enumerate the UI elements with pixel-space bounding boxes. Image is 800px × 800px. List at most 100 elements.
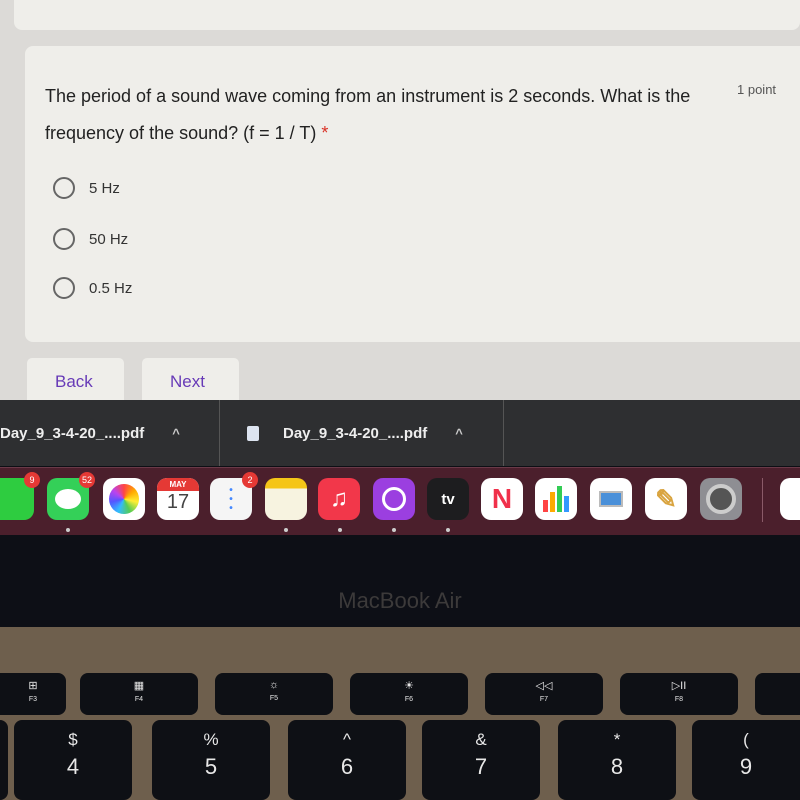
key-6[interactable]: ^ 6 (288, 720, 406, 800)
calendar-day: 17 (166, 491, 190, 513)
music-note-icon: ♫ (330, 485, 348, 512)
chevron-up-icon[interactable]: ^ (172, 426, 180, 441)
badge: 2 (242, 472, 258, 488)
key-f7[interactable]: ◁◁ F7 (485, 673, 603, 715)
shift-char: ( (743, 730, 749, 749)
shift-char: & (475, 730, 487, 749)
dock-app-partial[interactable] (780, 478, 800, 520)
dock-app-podcasts[interactable] (373, 478, 415, 520)
next-button[interactable]: Next (142, 358, 239, 400)
shift-char: % (203, 730, 219, 749)
dock-app-tv[interactable]: tv (427, 478, 469, 520)
gear-icon (706, 484, 736, 514)
key-number: 5 (204, 754, 218, 779)
apple-tv-icon: tv (441, 490, 455, 508)
brand-label: MacBook Air (338, 588, 462, 613)
download-filename: Day_9_3-4-20_....pdf (0, 424, 145, 442)
download-item[interactable]: Day_9_3-4-20_....pdf ^ (221, 400, 504, 466)
key-label: F3 (28, 696, 38, 703)
running-indicator (284, 528, 288, 532)
dock-app-photos[interactable] (103, 478, 145, 520)
download-filename: Day_9_3-4-20_....pdf (283, 424, 428, 442)
key-label: F8 (674, 696, 684, 703)
option-label: 0.5 Hz (89, 279, 133, 297)
question-card: The period of a sound wave coming from a… (25, 46, 800, 342)
keyboard-brightness-down-icon: ☼ (268, 679, 280, 691)
presentation-icon (599, 491, 623, 507)
key-label: F7 (539, 696, 549, 703)
key-f8[interactable]: ▷II F8 (620, 673, 738, 715)
key-5[interactable]: % 5 (152, 720, 270, 800)
dock-app-news[interactable]: N (481, 478, 523, 520)
dock-app-pages[interactable]: ✎ (645, 478, 687, 520)
dock-app-reminders[interactable]: • • • 2 (210, 472, 258, 520)
dock-app-messages[interactable]: 52 (47, 472, 95, 520)
points-label: 1 point (737, 82, 777, 97)
key-label: F4 (134, 696, 144, 703)
news-icon: N (491, 483, 513, 514)
dock-app-music[interactable]: ♫ (318, 478, 360, 520)
question-text: The period of a sound wave coming from a… (45, 78, 725, 152)
radio-button[interactable] (53, 177, 75, 199)
option-0-5hz[interactable]: 0.5 Hz (53, 275, 132, 301)
dock-app-system-preferences[interactable] (700, 478, 742, 520)
dock-app-notes[interactable] (265, 478, 307, 520)
key-f5[interactable]: ☼ F5 (215, 673, 333, 715)
running-indicator (338, 528, 342, 532)
key-3[interactable] (0, 720, 8, 800)
key-number: 9 (739, 754, 753, 779)
dock-app-facetime[interactable]: 9 (0, 472, 40, 520)
key-number: 6 (340, 754, 354, 779)
speech-bubble-icon (55, 489, 81, 509)
radio-button[interactable] (53, 277, 75, 299)
question-label: The period of a sound wave coming from a… (45, 86, 691, 143)
shift-char: * (613, 730, 621, 749)
play-pause-icon: ▷II (671, 680, 687, 692)
dock: 9 52 MAY 17 • • • 2 ♫ tv N ✎ (0, 467, 800, 535)
dock-app-calendar[interactable]: MAY 17 (157, 478, 199, 520)
dock-app-numbers[interactable] (535, 478, 577, 520)
running-indicator (446, 528, 450, 532)
key-9[interactable]: (9 (692, 720, 800, 800)
key-f4[interactable]: ▦ F4 (80, 673, 198, 715)
back-button[interactable]: Back (27, 358, 124, 400)
option-label: 50 Hz (89, 230, 129, 248)
radio-button[interactable] (53, 228, 75, 250)
podcast-icon (382, 487, 406, 511)
mission-control-icon: ⊞ (28, 680, 38, 692)
rewind-icon: ◁◁ (535, 680, 553, 692)
previous-question-card (14, 0, 800, 30)
key-label: F6 (404, 696, 414, 703)
key-number: 4 (66, 754, 80, 779)
keyboard-brightness-up-icon: ☀ (404, 680, 414, 692)
list-icon: • • • (229, 484, 233, 514)
dock-separator (762, 478, 763, 522)
option-5hz[interactable]: 5 Hz (53, 175, 120, 201)
shift-char: ^ (343, 730, 351, 749)
badge: 9 (24, 472, 40, 488)
option-50hz[interactable]: 50 Hz (53, 226, 128, 252)
chevron-up-icon[interactable]: ^ (455, 426, 463, 441)
shift-char: $ (68, 730, 78, 749)
running-indicator (66, 528, 70, 532)
key-7[interactable]: & 7 (422, 720, 540, 800)
key-label: F5 (269, 695, 279, 702)
downloads-bar: Day_9_3-4-20_....pdf ^ Day_9_3-4-20_....p… (0, 400, 800, 466)
key-f9[interactable] (755, 673, 800, 715)
running-indicator (392, 528, 396, 532)
option-label: 5 Hz (89, 179, 120, 197)
key-number: 7 (474, 754, 488, 779)
key-4[interactable]: $4 (14, 720, 132, 800)
pdf-file-icon (247, 425, 259, 441)
launchpad-icon: ▦ (133, 680, 145, 692)
key-f3[interactable]: ⊞ F3 (0, 673, 66, 715)
photos-icon (109, 484, 139, 514)
download-item[interactable]: Day_9_3-4-20_....pdf ^ (0, 400, 220, 466)
badge: 52 (79, 472, 95, 488)
dock-app-keynote[interactable] (590, 478, 632, 520)
calendar-month: MAY (157, 478, 199, 491)
key-f6[interactable]: ☀ F6 (350, 673, 468, 715)
required-mark: * (321, 123, 329, 143)
key-number: 8 (610, 754, 624, 779)
key-8[interactable]: * 8 (558, 720, 676, 800)
